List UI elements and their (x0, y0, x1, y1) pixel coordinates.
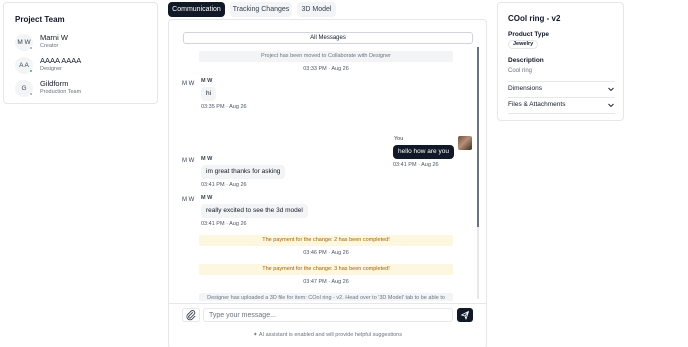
member-role: Production Team (40, 89, 82, 95)
system-message: Project has been moved to Collaborate wi… (199, 51, 453, 62)
ai-note-text: AI assistant is enabled and will provide… (258, 332, 402, 338)
send-icon (461, 311, 469, 320)
description-label: Description (508, 57, 544, 64)
attach-button[interactable] (182, 308, 200, 322)
tab-communication[interactable]: Communication (168, 2, 225, 17)
message-filter-select[interactable]: All Messages (183, 32, 473, 44)
message-time: 03:41 PM · Aug 26 (393, 162, 439, 168)
message-bubble: im great thanks for asking (201, 165, 286, 179)
sender-name: M W (201, 78, 213, 84)
message-list[interactable]: Project has been moved to Collaborate wi… (179, 47, 483, 301)
payment-notice: The payment for the change: 3 has been c… (199, 264, 453, 275)
status-dot (29, 46, 33, 50)
ai-assistant-note: ✦ AI assistant is enabled and will provi… (169, 332, 486, 338)
paperclip-icon (186, 310, 196, 321)
description-value: Cool ring (508, 68, 533, 74)
sent-message-bubble: hello how are you (393, 145, 454, 159)
accordion-label: Dimensions (508, 85, 542, 92)
message-time: 03:47 PM · Aug 26 (303, 279, 349, 285)
message-time: 03:33 PM · Aug 26 (303, 66, 349, 72)
sender-name: M W (201, 156, 213, 162)
product-type-chip: Jewelry (508, 40, 539, 49)
sender-name: You (394, 136, 404, 142)
member-name: Gildform (40, 79, 69, 88)
member-role: Creator (40, 43, 59, 49)
product-type-label: Product Type (508, 31, 550, 38)
send-button[interactable] (457, 308, 473, 322)
system-message: Designer has uploaded a 3D file for item… (199, 293, 453, 301)
chevron-down-icon (608, 87, 614, 92)
payment-notice: The payment for the change: 2 has been c… (199, 235, 453, 246)
team-member-gildform[interactable]: G Gildform Production Team (15, 79, 155, 97)
message-bubble: really excited to see the 3d model (201, 204, 308, 218)
member-name: Marni W (40, 33, 68, 42)
tab-3d-model[interactable]: 3D Model (297, 2, 336, 17)
avatar: M W (182, 81, 195, 87)
divider (508, 97, 615, 98)
message-time: 03:41 PM · Aug 26 (201, 182, 247, 188)
team-title: Project Team (15, 15, 65, 24)
sender-name: M W (201, 195, 213, 201)
message-time: 03:41 PM · Aug 26 (201, 221, 247, 227)
avatar: M W (182, 197, 195, 203)
accordion-label: Files & Attachments (508, 101, 566, 108)
message-time: 03:35 PM · Aug 26 (201, 104, 247, 110)
online-status-dot (29, 69, 33, 73)
divider (169, 303, 486, 304)
message-time: 03:46 PM · Aug 26 (303, 250, 349, 256)
team-member-aaaa[interactable]: A A AAAA AAAA Designer (15, 56, 155, 74)
message-input[interactable] (203, 308, 453, 322)
divider (508, 113, 615, 114)
dimensions-accordion[interactable]: Dimensions (508, 85, 615, 95)
message-bubble: hi (201, 87, 217, 101)
files-attachments-accordion[interactable]: Files & Attachments (508, 101, 615, 111)
tab-tracking-changes[interactable]: Tracking Changes (230, 2, 292, 17)
project-team-panel: Project Team M W Marni W Creator A A AAA… (3, 2, 158, 104)
member-role: Designer (40, 66, 63, 72)
product-title: COol ring - v2 (508, 14, 561, 23)
user-avatar (458, 136, 472, 150)
team-member-marni[interactable]: M W Marni W Creator (15, 33, 155, 51)
product-details-panel: COol ring - v2 Product Type Jewelry Desc… (497, 2, 624, 121)
chevron-down-icon (608, 103, 614, 108)
avatar: M W (182, 158, 195, 164)
member-name: AAAA AAAA (40, 56, 82, 65)
status-dot (29, 92, 33, 96)
chat-panel: All Messages Project has been moved to C… (168, 19, 487, 347)
scrollbar-thumb[interactable] (477, 47, 479, 227)
divider (508, 81, 615, 82)
